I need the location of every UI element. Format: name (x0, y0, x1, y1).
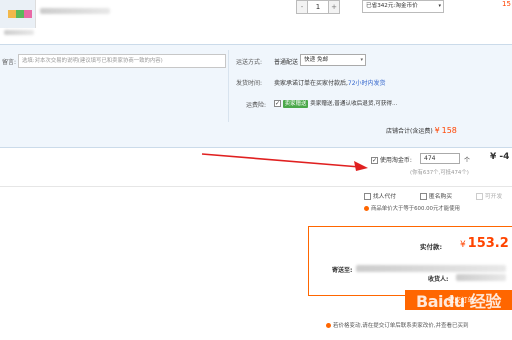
thumb-swatch (24, 10, 32, 18)
ship-time-text: 卖家承诺订单在买家付款后,72小时内发货 (274, 78, 386, 87)
pay-amount: 153.2 (467, 236, 509, 251)
shipping-mode: 普通配送 (274, 59, 299, 66)
option-invoice[interactable]: 可开发 (476, 191, 502, 200)
coin-label: 使用淘金币: (379, 157, 412, 164)
coin-checkbox[interactable] (371, 157, 378, 164)
blurred-product-title (40, 8, 110, 14)
option-note-text: 商品单价大于等于600.00元才能使用 (371, 206, 460, 212)
proxy-label: 找人代付 (372, 194, 397, 200)
baidu-watermark: Baidu 经验 (416, 292, 501, 311)
subtotal-currency: ¥ (434, 126, 440, 135)
price-change-note-text: 若价格变动,请在提交订单后联系卖家改价,并查看已买到 (333, 323, 469, 329)
coin-hint: (你有637个,可抵474个) (410, 170, 469, 176)
proxy-checkbox[interactable] (364, 193, 371, 200)
shipping-select[interactable]: 快递 免邮 ▾ (300, 54, 366, 66)
insurance-text: 卖家赠送,普通认收后退货,可获得... (310, 101, 398, 107)
blurred-product-info (4, 30, 34, 35)
shop-subtotal: 店铺合计(含运费) ¥ 158 (386, 126, 457, 135)
shipping-select-value: 快递 免邮 (304, 57, 329, 63)
info-icon (364, 206, 369, 211)
info-icon (326, 323, 331, 328)
shipping-label: 运送方式: (236, 59, 263, 66)
option-note: 商品单价大于等于600.00元才能使用 (364, 204, 460, 212)
pay-currency: ¥ (460, 240, 466, 250)
chevron-down-icon: ▾ (438, 3, 441, 9)
coin-unit: 个 (464, 157, 471, 164)
ship-time-label: 发货时间: (236, 80, 263, 87)
actual-pay: ¥ 153.2 (460, 236, 509, 251)
panel-divider (228, 50, 229, 122)
option-proxy[interactable]: 找人代付 (364, 191, 396, 200)
message-label: 留言: (2, 59, 17, 66)
options-divider (0, 186, 512, 187)
chevron-down-icon: ▾ (360, 57, 363, 63)
price-change-note: 若价格变动,请在提交订单后联系卖家改价,并查看已买到 (326, 321, 469, 329)
insurance-row: 卖家赠送 卖家赠送,普通认收后退货,可获得... (274, 99, 397, 108)
quantity-minus-button[interactable]: - (296, 0, 308, 14)
message-input[interactable]: 选填:对本次交易的说明(建议填写已和卖家协商一致的内容) (18, 54, 226, 68)
coin-row: 使用淘金币: (371, 155, 412, 164)
coin-deduction: ¥ -4 (490, 152, 510, 162)
actual-pay-label: 实付款: (420, 243, 443, 251)
thumb-swatch (16, 10, 24, 18)
blurred-receiver (456, 274, 506, 281)
receiver-label: 收货人: (428, 276, 449, 283)
promotion-select-value: 已省342元:淘金币价 (366, 3, 418, 9)
thumb-swatch (8, 10, 16, 18)
red-arrow-annotation (201, 153, 368, 171)
invoice-label: 可开发 (484, 194, 503, 200)
quantity-input[interactable]: 1 (308, 0, 328, 14)
invoice-checkbox[interactable] (476, 193, 483, 200)
insurance-label: 运费险: (246, 102, 267, 109)
option-anonymous[interactable]: 匿名购买 (420, 191, 452, 200)
subtotal-label: 店铺合计(含运费) (386, 128, 433, 135)
ship-to-label: 寄送至: (332, 267, 353, 274)
quantity-plus-button[interactable]: + (328, 0, 340, 14)
ship-time-desc: 卖家承诺订单在买家付款后, (274, 80, 348, 87)
product-thumbnail[interactable] (0, 0, 36, 28)
ship-time-link[interactable]: 72小时内发货 (348, 80, 386, 87)
anonymous-label: 匿名购买 (428, 194, 453, 200)
insurance-checkbox[interactable] (274, 100, 281, 107)
subtotal-amount: 158 (441, 126, 457, 135)
blurred-address (356, 265, 506, 272)
insurance-badge: 卖家赠送 (282, 100, 309, 108)
anonymous-checkbox[interactable] (420, 193, 427, 200)
item-price: 15 (502, 0, 511, 8)
quantity-stepper[interactable]: - 1 + (296, 0, 340, 14)
coin-input[interactable]: 474 (420, 153, 460, 164)
promotion-select[interactable]: 已省342元:淘金币价 ▾ (362, 0, 444, 13)
